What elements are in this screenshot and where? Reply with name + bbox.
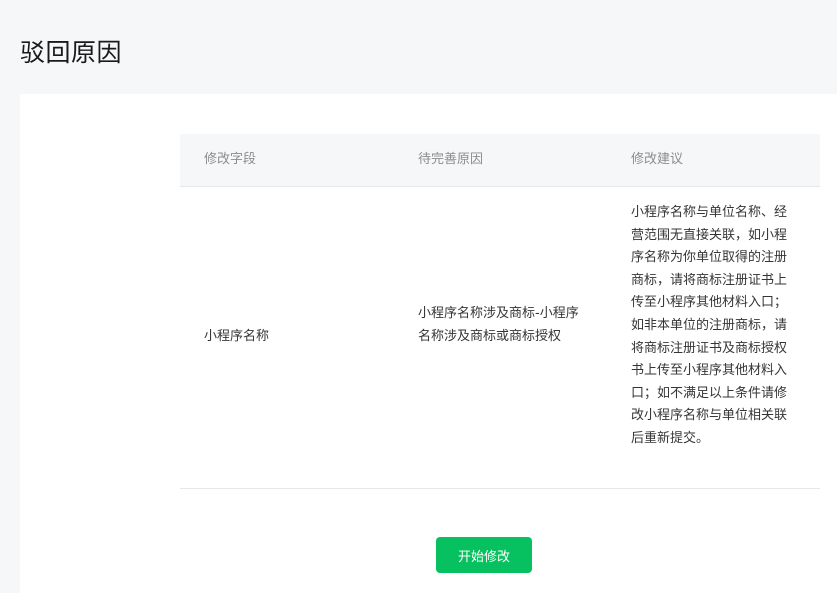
rejection-table: 修改字段 待完善原因 修改建议 小程序名称 小程序名称涉及商标-小程序名称涉及商… (180, 134, 820, 489)
row-reason-cell: 小程序名称涉及商标-小程序名称涉及商标或商标授权 (418, 306, 579, 344)
rejection-card: 修改字段 待完善原因 修改建议 小程序名称 小程序名称涉及商标-小程序名称涉及商… (20, 94, 837, 593)
table-row: 小程序名称 小程序名称涉及商标-小程序名称涉及商标或商标授权 小程序名称与单位名… (180, 187, 820, 489)
row-field-cell: 小程序名称 (204, 329, 270, 344)
header-reason: 待完善原因 (418, 152, 484, 167)
page-title: 驳回原因 (20, 38, 123, 67)
row-suggestion-cell: 小程序名称与单位名称、经营范围无直接关联，如小程序名称为你单位取得的注册商标，请… (631, 205, 788, 446)
header-field: 修改字段 (204, 152, 257, 167)
table-header: 修改字段 待完善原因 修改建议 (180, 134, 820, 187)
start-edit-button[interactable]: 开始修改 (436, 537, 532, 573)
header-suggestion: 修改建议 (631, 152, 684, 167)
